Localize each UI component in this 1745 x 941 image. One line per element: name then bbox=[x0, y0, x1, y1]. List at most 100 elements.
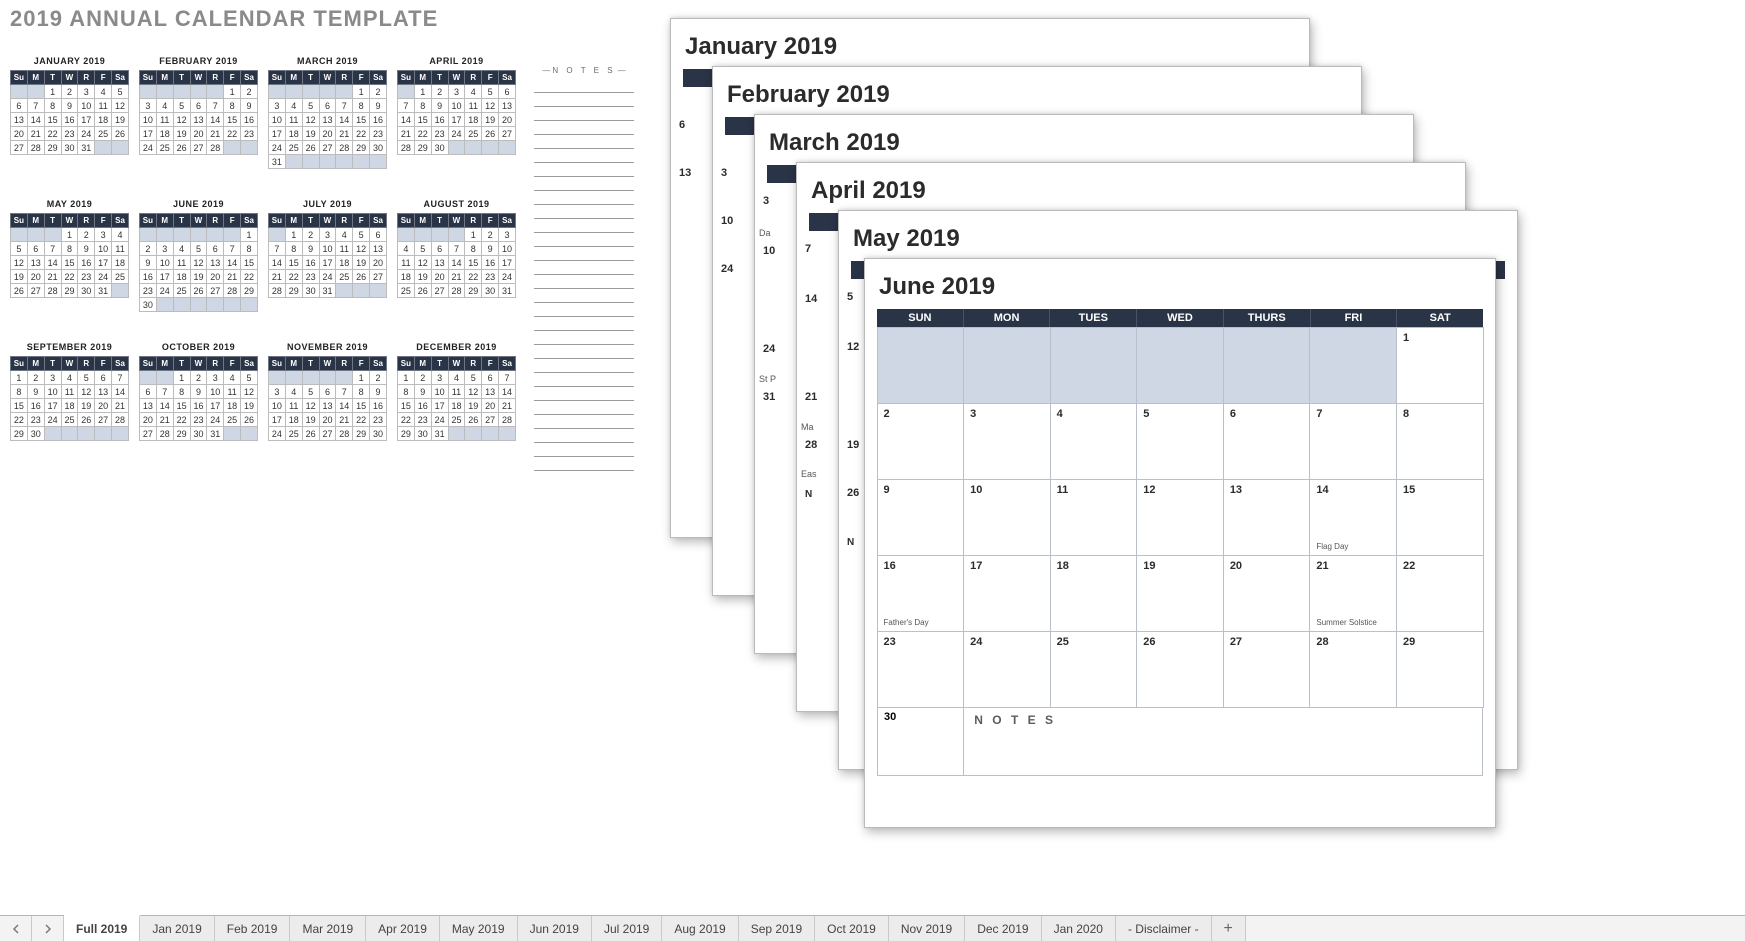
mini-month: JANUARY 2019SuMTWRFSa1234567891011121314… bbox=[10, 56, 129, 169]
mini-day-cell bbox=[285, 155, 302, 169]
mini-day-cell: 4 bbox=[336, 228, 353, 242]
sheet-tab[interactable]: Full 2019 bbox=[64, 915, 140, 941]
mini-day-cell bbox=[156, 371, 173, 385]
mini-day-cell: 1 bbox=[241, 228, 258, 242]
mini-month: APRIL 2019SuMTWRFSa123456789101112131415… bbox=[397, 56, 516, 169]
tab-scroll-left[interactable] bbox=[0, 916, 32, 941]
mini-month-table: SuMTWRFSa1234567891011121314151617181920… bbox=[268, 213, 387, 298]
mini-day-cell: 30 bbox=[27, 427, 44, 441]
mini-day-cell: 2 bbox=[370, 85, 387, 99]
sheet-tab[interactable]: Oct 2019 bbox=[815, 916, 889, 941]
mini-month-table: SuMTWRFSa1234567891011121314151617181920… bbox=[139, 356, 258, 441]
mini-day-cell bbox=[482, 141, 499, 155]
mini-day-cell: 13 bbox=[140, 399, 157, 413]
mini-month: SEPTEMBER 2019SuMTWRFSa12345678910111213… bbox=[10, 342, 129, 441]
sheet-tab[interactable]: Apr 2019 bbox=[366, 916, 440, 941]
mini-day-cell bbox=[156, 85, 173, 99]
add-sheet-button[interactable]: + bbox=[1212, 916, 1246, 941]
june-day-cell: 22 bbox=[1396, 555, 1484, 632]
mini-day-cell: 22 bbox=[353, 413, 370, 427]
mini-day-cell bbox=[61, 427, 78, 441]
mini-day-cell: 7 bbox=[112, 371, 129, 385]
june-event: Father's Day bbox=[884, 618, 929, 627]
mini-dow-header: Su bbox=[140, 71, 157, 85]
mini-day-cell bbox=[414, 228, 431, 242]
mini-day-cell: 8 bbox=[224, 99, 241, 113]
sheet-tab[interactable]: Sep 2019 bbox=[739, 916, 815, 941]
edge-notes-char: N bbox=[847, 537, 856, 548]
mini-day-cell: 12 bbox=[414, 256, 431, 270]
mini-day-cell: 30 bbox=[190, 427, 207, 441]
mini-dow-header: R bbox=[336, 357, 353, 371]
mini-day-cell: 22 bbox=[285, 270, 302, 284]
tab-scroll-right[interactable] bbox=[32, 916, 64, 941]
mini-month-title: JUNE 2019 bbox=[139, 199, 258, 209]
mini-day-cell: 26 bbox=[302, 427, 319, 441]
mini-day-cell: 5 bbox=[112, 85, 129, 99]
mini-day-cell: 16 bbox=[414, 399, 431, 413]
mini-day-cell bbox=[207, 228, 224, 242]
mini-day-cell: 28 bbox=[269, 284, 286, 298]
mini-dow-header: W bbox=[61, 357, 78, 371]
mini-day-cell: 26 bbox=[414, 284, 431, 298]
mini-day-cell: 1 bbox=[353, 85, 370, 99]
mini-month-table: SuMTWRFSa1234567891011121314151617181920… bbox=[10, 213, 129, 298]
mini-day-cell: 7 bbox=[207, 99, 224, 113]
mini-day-cell: 12 bbox=[241, 385, 258, 399]
mini-dow-header: R bbox=[78, 357, 95, 371]
mini-day-cell: 26 bbox=[465, 413, 482, 427]
sheet-tab[interactable]: May 2019 bbox=[440, 916, 518, 941]
mini-dow-header: F bbox=[224, 71, 241, 85]
mini-day-cell: 28 bbox=[336, 141, 353, 155]
edge-label: Eas bbox=[801, 470, 817, 480]
june-day-cell: 27 bbox=[1223, 631, 1311, 708]
sheet-tab[interactable]: Feb 2019 bbox=[215, 916, 291, 941]
mini-day-cell: 10 bbox=[269, 399, 286, 413]
mini-day-cell bbox=[44, 228, 61, 242]
note-line bbox=[534, 261, 634, 275]
mini-day-cell: 26 bbox=[112, 127, 129, 141]
mini-day-cell: 9 bbox=[190, 385, 207, 399]
sheet-tab[interactable]: Jan 2020 bbox=[1042, 916, 1116, 941]
edge-num: 3 bbox=[721, 167, 727, 179]
mini-day-cell: 12 bbox=[78, 385, 95, 399]
mini-day-cell bbox=[156, 228, 173, 242]
mini-day-cell: 11 bbox=[95, 99, 112, 113]
mini-day-cell: 15 bbox=[398, 399, 415, 413]
mini-day-cell: 13 bbox=[190, 113, 207, 127]
mini-day-cell: 25 bbox=[156, 141, 173, 155]
mini-month-table: SuMTWRFSa1234567891011121314151617181920… bbox=[268, 70, 387, 169]
mini-day-cell: 28 bbox=[156, 427, 173, 441]
mini-month-title: JANUARY 2019 bbox=[10, 56, 129, 66]
mini-dow-header: Su bbox=[269, 71, 286, 85]
mini-day-cell: 11 bbox=[336, 242, 353, 256]
mini-day-cell: 9 bbox=[370, 385, 387, 399]
sheet-tab[interactable]: Mar 2019 bbox=[290, 916, 366, 941]
mini-day-cell: 6 bbox=[319, 99, 336, 113]
mini-day-cell: 22 bbox=[414, 127, 431, 141]
mini-day-cell: 21 bbox=[156, 413, 173, 427]
sheet-tab[interactable]: Jan 2019 bbox=[140, 916, 214, 941]
sheet-tab[interactable]: Jun 2019 bbox=[518, 916, 592, 941]
sheet-tab[interactable]: - Disclaimer - bbox=[1116, 916, 1212, 941]
mini-day-cell: 10 bbox=[44, 385, 61, 399]
mini-dow-header: F bbox=[95, 71, 112, 85]
mini-day-cell: 30 bbox=[61, 141, 78, 155]
mini-day-cell: 13 bbox=[319, 113, 336, 127]
mini-day-cell bbox=[11, 228, 28, 242]
mini-day-cell: 17 bbox=[44, 399, 61, 413]
mini-day-cell: 13 bbox=[95, 385, 112, 399]
mini-day-cell bbox=[465, 141, 482, 155]
page-title: 2019 ANNUAL CALENDAR TEMPLATE bbox=[10, 6, 636, 32]
mini-day-cell bbox=[190, 85, 207, 99]
sheet-tab[interactable]: Nov 2019 bbox=[889, 916, 965, 941]
mini-day-cell: 11 bbox=[173, 256, 190, 270]
mini-dow-header: M bbox=[156, 214, 173, 228]
sheet-tab[interactable]: Aug 2019 bbox=[662, 916, 738, 941]
sheet-tab[interactable]: Dec 2019 bbox=[965, 916, 1041, 941]
mini-day-cell: 24 bbox=[156, 284, 173, 298]
mini-day-cell: 21 bbox=[44, 270, 61, 284]
mini-dow-header: Su bbox=[398, 357, 415, 371]
mini-dow-header: R bbox=[207, 357, 224, 371]
sheet-tab[interactable]: Jul 2019 bbox=[592, 916, 662, 941]
